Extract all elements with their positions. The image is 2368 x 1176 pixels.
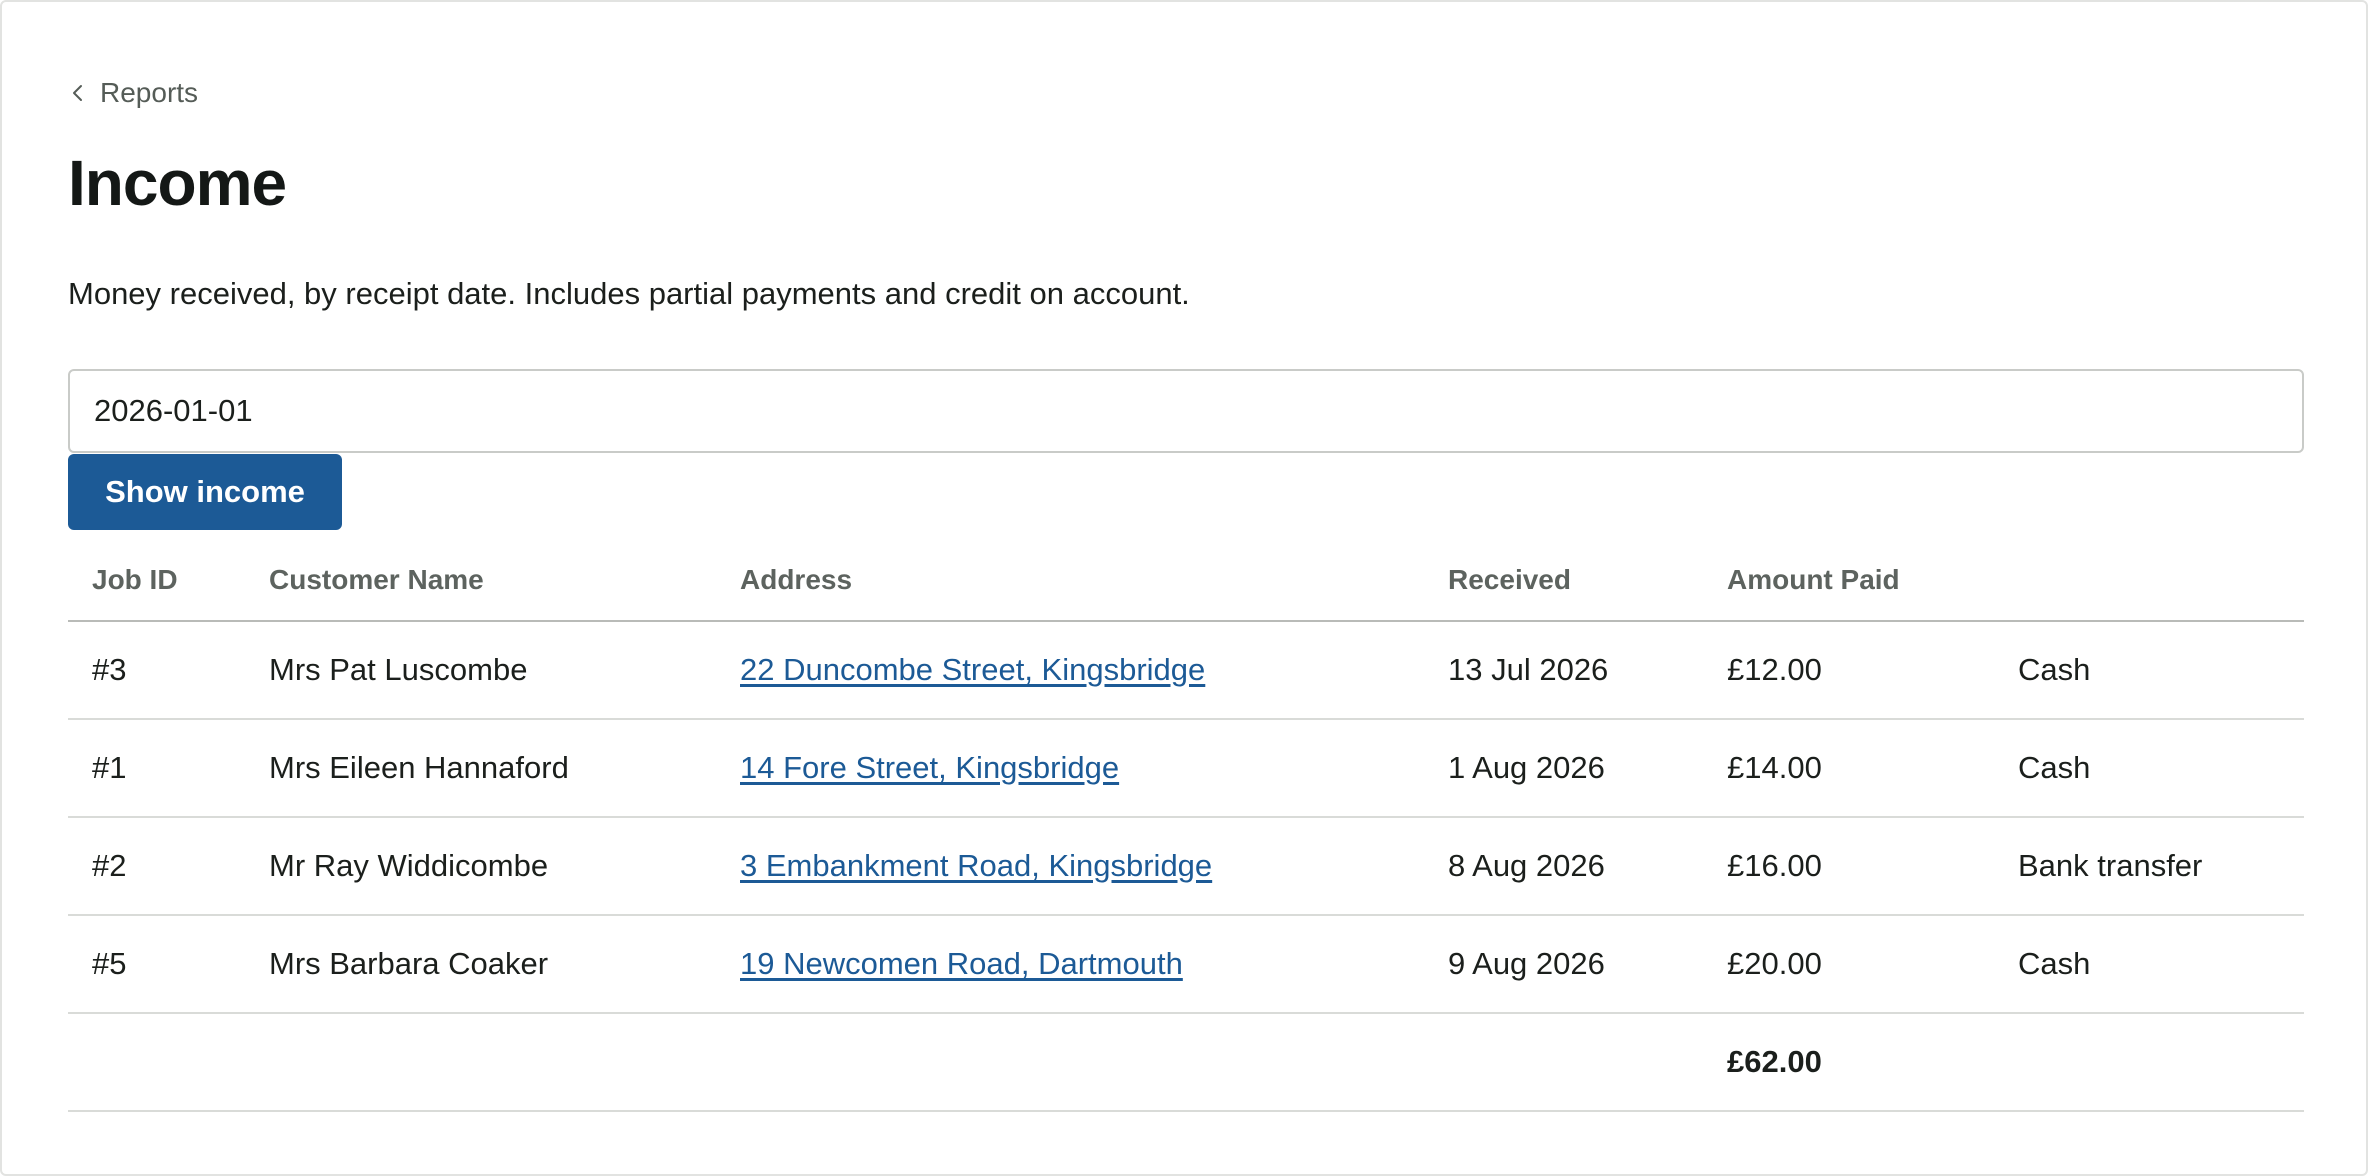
cell-customer-name: Mrs Barbara Coaker — [245, 915, 716, 1014]
address-link[interactable]: 19 Newcomen Road, Dartmouth — [740, 946, 1183, 981]
table-row: #3 Mrs Pat Luscombe 22 Duncombe Street, … — [68, 621, 2304, 720]
cell-payment-method: Bank transfer — [1994, 817, 2304, 916]
cell-received: 8 Aug 2026 — [1424, 817, 1703, 916]
table-total-row: £62.00 — [68, 1013, 2304, 1112]
page-description: Money received, by receipt date. Include… — [68, 276, 1190, 311]
cell-customer-name: Mr Ray Widdicombe — [245, 817, 716, 916]
page-frame: Reports Income Money received, by receip… — [0, 0, 2368, 1176]
column-header-customer-name: Customer Name — [245, 540, 716, 622]
breadcrumb-back-reports[interactable]: Reports — [68, 77, 198, 109]
address-link[interactable]: 22 Duncombe Street, Kingsbridge — [740, 652, 1205, 687]
cell-amount-paid: £16.00 — [1703, 817, 1994, 916]
column-header-method — [1994, 540, 2304, 622]
cell-job-id: #5 — [68, 915, 245, 1014]
cell-amount-paid: £14.00 — [1703, 719, 1994, 818]
chevron-left-icon — [73, 85, 82, 101]
cell-customer-name: Mrs Eileen Hannaford — [245, 719, 716, 818]
cell-address: 3 Embankment Road, Kingsbridge — [716, 817, 1424, 916]
cell-address: 19 Newcomen Road, Dartmouth — [716, 915, 1424, 1014]
column-header-job-id: Job ID — [68, 540, 245, 622]
cell-address: 14 Fore Street, Kingsbridge — [716, 719, 1424, 818]
cell-payment-method: Cash — [1994, 621, 2304, 720]
column-header-address: Address — [716, 540, 1424, 622]
column-header-amount-paid: Amount Paid — [1703, 540, 1994, 622]
cell-job-id: #3 — [68, 621, 245, 720]
table-row: #2 Mr Ray Widdicombe 3 Embankment Road, … — [68, 817, 2304, 916]
address-link[interactable]: 14 Fore Street, Kingsbridge — [740, 750, 1119, 785]
table-header-row: Job ID Customer Name Address Received Am… — [68, 540, 2304, 622]
cell-payment-method: Cash — [1994, 915, 2304, 1014]
show-income-button[interactable]: Show income — [68, 454, 342, 530]
cell-customer-name: Mrs Pat Luscombe — [245, 621, 716, 720]
cell-job-id: #2 — [68, 817, 245, 916]
table-row: #1 Mrs Eileen Hannaford 14 Fore Street, … — [68, 719, 2304, 818]
cell-received: 9 Aug 2026 — [1424, 915, 1703, 1014]
cell-job-id: #1 — [68, 719, 245, 818]
income-table: Job ID Customer Name Address Received Am… — [68, 540, 2304, 1112]
column-header-received: Received — [1424, 540, 1703, 622]
date-input[interactable] — [68, 369, 2304, 453]
cell-address: 22 Duncombe Street, Kingsbridge — [716, 621, 1424, 720]
table-row: #5 Mrs Barbara Coaker 19 Newcomen Road, … — [68, 915, 2304, 1014]
cell-received: 1 Aug 2026 — [1424, 719, 1703, 818]
page-title: Income — [68, 147, 287, 219]
cell-amount-paid: £20.00 — [1703, 915, 1994, 1014]
total-amount: £62.00 — [1703, 1013, 1994, 1112]
cell-amount-paid: £12.00 — [1703, 621, 1994, 720]
breadcrumb-label: Reports — [100, 77, 199, 108]
cell-received: 13 Jul 2026 — [1424, 621, 1703, 720]
address-link[interactable]: 3 Embankment Road, Kingsbridge — [740, 848, 1212, 883]
cell-payment-method: Cash — [1994, 719, 2304, 818]
